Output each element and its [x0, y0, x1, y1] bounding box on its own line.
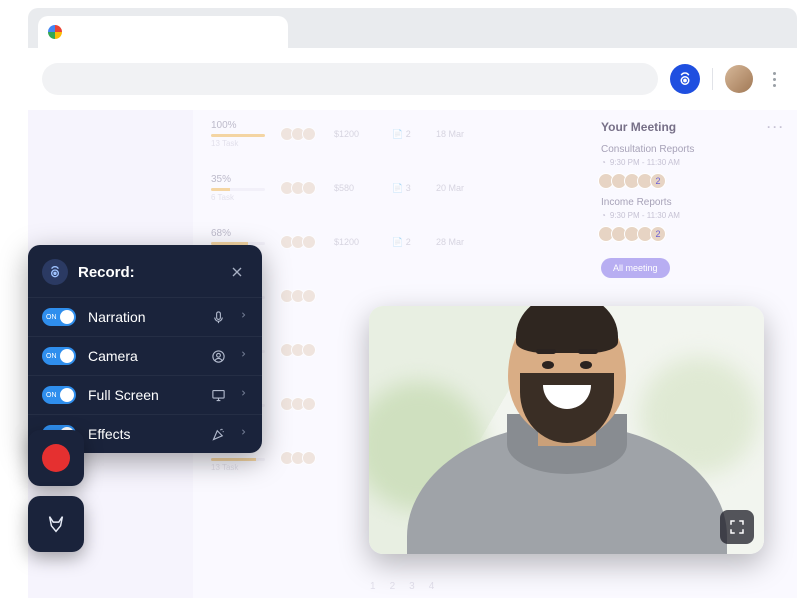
record-panel: Record: ON Narration ON Camera ON Full S…	[28, 245, 262, 453]
more-icon[interactable]: ···	[767, 120, 785, 134]
more-count-chip: 2	[650, 226, 666, 242]
meeting-item-title: Consultation Reports	[601, 144, 785, 155]
task-progress: 100% 13 Task	[211, 120, 265, 148]
expand-button[interactable]	[720, 510, 754, 544]
all-meeting-button[interactable]: All meeting	[601, 258, 670, 278]
effects-button[interactable]	[28, 496, 84, 552]
meeting-item-title: Income Reports	[601, 197, 785, 208]
confetti-icon	[209, 427, 227, 442]
record-row-label: Full Screen	[88, 387, 197, 403]
app-logo-icon	[42, 259, 68, 285]
task-row[interactable]: 68% 8 Task $1200 📄 2 28 Mar	[211, 228, 579, 256]
chevron-right-icon	[239, 425, 248, 443]
more-count-chip: 2	[650, 173, 666, 189]
page-number[interactable]: 4	[429, 581, 435, 592]
monitor-icon	[209, 388, 227, 403]
url-bar[interactable]	[42, 63, 658, 95]
task-row[interactable]: 35% 6 Task $580 📄 3 20 Mar	[211, 174, 579, 202]
chevron-right-icon	[239, 386, 248, 404]
divider	[712, 68, 713, 90]
meeting-avatars: 2	[601, 226, 785, 242]
record-dot-icon	[42, 444, 70, 472]
assignee-avatars	[283, 343, 316, 357]
browser-tab-strip	[28, 8, 797, 48]
assignee-avatars	[283, 181, 316, 195]
record-row-camera[interactable]: ON Camera	[28, 336, 262, 375]
toggle-switch[interactable]: ON	[42, 347, 76, 365]
assignee-avatars	[283, 127, 316, 141]
task-row[interactable]: 100% 13 Task $1200 📄 2 18 Mar	[211, 120, 579, 148]
chevron-right-icon	[239, 308, 248, 326]
meeting-item-time: ◔9:30 PM - 11:30 AM	[601, 211, 785, 220]
meeting-item[interactable]: Income Reports ◔9:30 PM - 11:30 AM 2	[601, 197, 785, 242]
camera-person	[422, 324, 712, 554]
page-number[interactable]: 3	[409, 581, 415, 592]
record-row-label: Camera	[88, 348, 197, 364]
toggle-switch[interactable]: ON	[42, 386, 76, 404]
assignee-avatars	[283, 289, 316, 303]
assignee-avatars	[283, 451, 316, 465]
assignee-avatars	[283, 397, 316, 411]
microphone-icon	[209, 310, 227, 325]
record-button[interactable]	[28, 430, 84, 486]
assignee-avatars	[283, 235, 316, 249]
record-title: Record:	[78, 264, 216, 281]
page-number[interactable]: 2	[390, 581, 396, 592]
meeting-item-time: ◔9:30 PM - 11:30 AM	[601, 158, 785, 167]
record-row-label: Effects	[88, 426, 197, 442]
user-circle-icon	[209, 349, 227, 364]
browser-tab[interactable]	[38, 16, 288, 48]
meeting-avatars: 2	[601, 173, 785, 189]
record-controls	[28, 430, 84, 552]
meeting-item[interactable]: Consultation Reports ◔9:30 PM - 11:30 AM…	[601, 144, 785, 189]
extension-icon[interactable]	[670, 64, 700, 94]
record-row-full-screen[interactable]: ON Full Screen	[28, 375, 262, 414]
close-icon[interactable]	[226, 261, 248, 283]
clock-icon: ◔	[601, 211, 606, 220]
pagination: 1 2 3 4	[370, 581, 434, 592]
task-progress: 35% 6 Task	[211, 174, 265, 202]
camera-preview	[369, 306, 764, 554]
clock-icon: ◔	[601, 158, 606, 167]
more-menu-icon[interactable]	[765, 72, 783, 87]
profile-avatar[interactable]	[725, 65, 753, 93]
record-row-narration[interactable]: ON Narration	[28, 297, 262, 336]
page-number[interactable]: 1	[370, 581, 376, 592]
record-row-label: Narration	[88, 309, 197, 325]
chevron-right-icon	[239, 347, 248, 365]
meeting-title: Your Meeting	[601, 120, 676, 134]
expand-icon	[728, 518, 746, 536]
browser-toolbar	[28, 48, 797, 110]
toggle-switch[interactable]: ON	[42, 308, 76, 326]
fox-icon	[45, 513, 67, 535]
chrome-icon	[48, 25, 62, 39]
